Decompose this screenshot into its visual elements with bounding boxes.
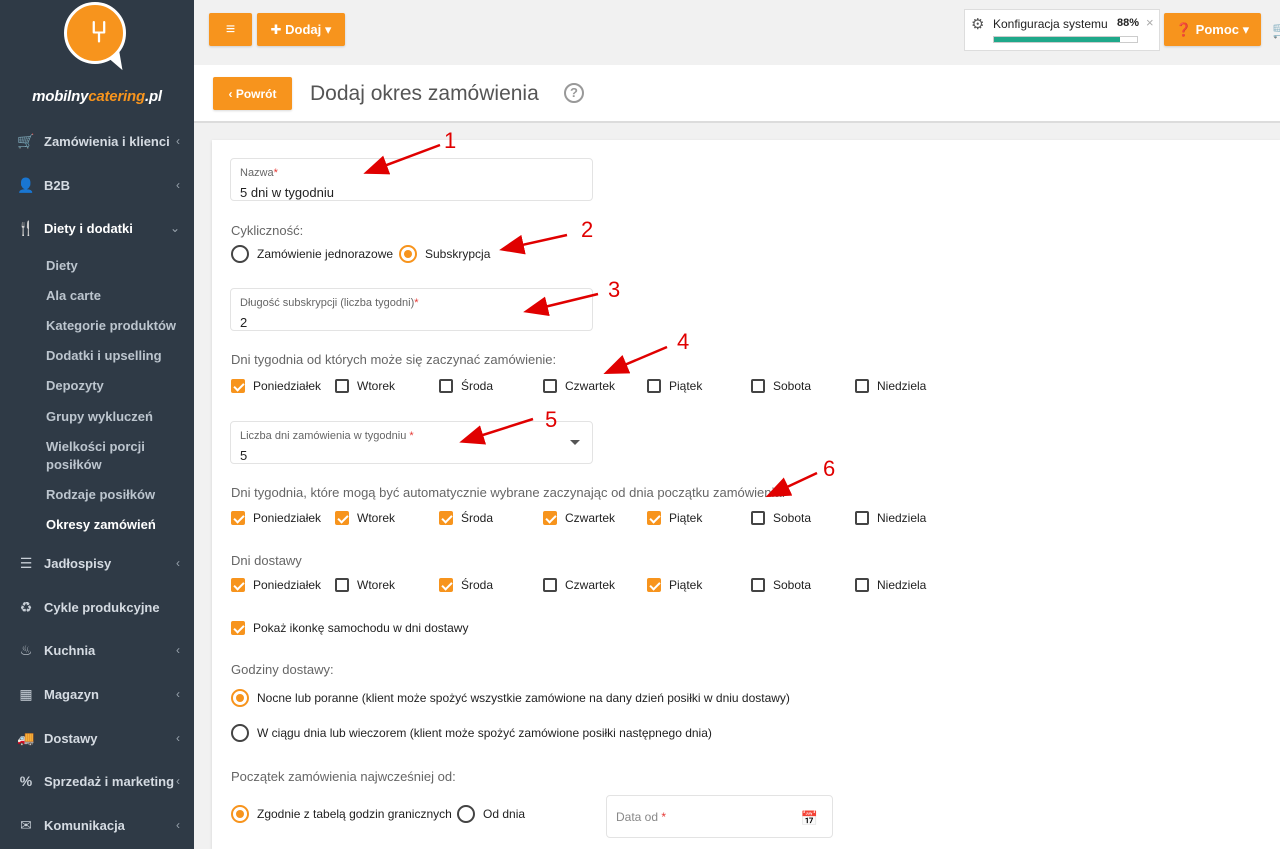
annotation-3: 3 bbox=[608, 277, 621, 302]
annotation-arrow-4 bbox=[603, 345, 668, 374]
annotation-1: 1 bbox=[444, 128, 457, 153]
annotation-arrows bbox=[363, 143, 818, 498]
annotation-arrow-5 bbox=[459, 417, 534, 445]
annotation-arrow-2 bbox=[499, 233, 568, 255]
annotation-arrow-3 bbox=[523, 292, 599, 316]
annotation-6: 6 bbox=[823, 456, 836, 481]
annotation-4: 4 bbox=[677, 329, 690, 354]
annotation-arrow-6 bbox=[765, 471, 818, 498]
annotation-arrow-1 bbox=[363, 143, 441, 175]
annotation-2: 2 bbox=[581, 217, 594, 242]
annotation-5: 5 bbox=[545, 407, 558, 432]
